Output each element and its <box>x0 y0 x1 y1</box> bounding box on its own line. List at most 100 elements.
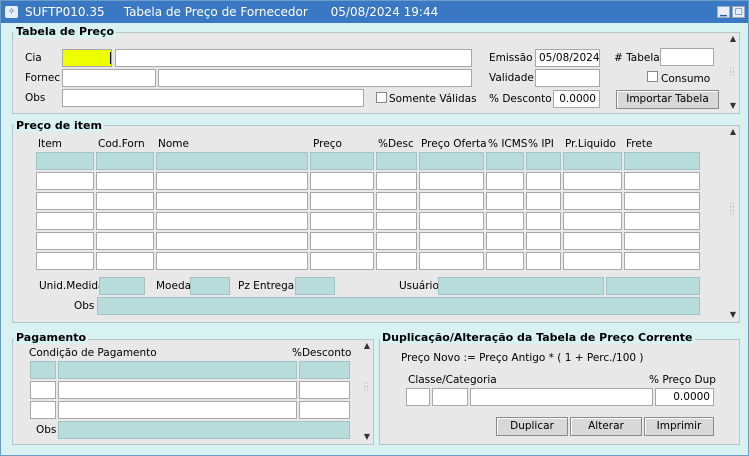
cell-frete[interactable] <box>624 152 700 170</box>
cell-item[interactable] <box>36 252 94 270</box>
cell-desconto[interactable] <box>299 381 350 399</box>
cell-item[interactable] <box>36 152 94 170</box>
cell-desc[interactable] <box>376 252 417 270</box>
cell-cod-forn[interactable] <box>96 172 154 190</box>
cell-cod-forn[interactable] <box>96 232 154 250</box>
pagamento-obs-field[interactable] <box>58 421 350 439</box>
cell-icms[interactable] <box>486 232 524 250</box>
cell-nome[interactable] <box>156 172 308 190</box>
cell-ipi[interactable] <box>526 152 561 170</box>
cell-preco-oferta[interactable] <box>419 252 484 270</box>
item-scrollbar[interactable]: ▲ ∷ ∷ ∷ ▼ <box>727 127 739 321</box>
cell-ipi[interactable] <box>526 252 561 270</box>
cell-desconto[interactable] <box>299 361 350 379</box>
cell-preco[interactable] <box>310 212 374 230</box>
cell-desc[interactable] <box>376 212 417 230</box>
usuario-field[interactable] <box>438 277 604 295</box>
scroll-down-icon[interactable]: ▼ <box>728 102 738 110</box>
cell-nome[interactable] <box>156 212 308 230</box>
cell-item[interactable] <box>36 172 94 190</box>
scroll-grip-icon[interactable]: ∷ ∷ <box>730 67 734 78</box>
cell-nome[interactable] <box>156 152 308 170</box>
cell-desc[interactable] <box>376 152 417 170</box>
minimize-button[interactable]: ▁ <box>717 6 730 18</box>
cell-condicao-desc[interactable] <box>58 381 297 399</box>
cell-desconto[interactable] <box>299 401 350 419</box>
cell-icms[interactable] <box>486 192 524 210</box>
cell-pr-liquido[interactable] <box>563 192 622 210</box>
cell-item[interactable] <box>36 192 94 210</box>
cell-condicao-desc[interactable] <box>58 401 297 419</box>
tabela-scrollbar[interactable]: ▲ ∷ ∷ ▼ <box>727 34 739 112</box>
scroll-down-icon[interactable]: ▼ <box>362 433 372 441</box>
imprimir-button[interactable]: Imprimir <box>644 417 714 436</box>
cell-preco-oferta[interactable] <box>419 192 484 210</box>
cell-cod-forn[interactable] <box>96 152 154 170</box>
emissao-field[interactable]: 05/08/2024 <box>535 49 600 67</box>
obs-field[interactable] <box>62 89 364 107</box>
cell-desc[interactable] <box>376 172 417 190</box>
cia-name-field[interactable] <box>115 49 472 67</box>
cia-field[interactable] <box>62 49 112 67</box>
scroll-down-icon[interactable]: ▼ <box>728 311 738 319</box>
cell-preco-oferta[interactable] <box>419 212 484 230</box>
cell-nome[interactable] <box>156 192 308 210</box>
preco-dup-field[interactable]: 0.0000 <box>655 388 714 406</box>
cell-item[interactable] <box>36 232 94 250</box>
maximize-button[interactable]: ▢ <box>732 6 745 18</box>
scroll-up-icon[interactable]: ▲ <box>728 128 738 136</box>
cell-ipi[interactable] <box>526 172 561 190</box>
cell-pr-liquido[interactable] <box>563 212 622 230</box>
alterar-button[interactable]: Alterar <box>570 417 642 436</box>
fornec-code-field[interactable] <box>62 69 156 87</box>
cell-preco[interactable] <box>310 152 374 170</box>
cell-preco-oferta[interactable] <box>419 172 484 190</box>
somente-validas-checkbox[interactable] <box>376 92 387 103</box>
cell-frete[interactable] <box>624 232 700 250</box>
scroll-grip-icon[interactable]: ∷ ∷ ∷ <box>730 202 734 217</box>
validade-field[interactable] <box>535 69 600 87</box>
cell-preco[interactable] <box>310 232 374 250</box>
cell-preco[interactable] <box>310 172 374 190</box>
cell-desc[interactable] <box>376 192 417 210</box>
cell-condicao-desc[interactable] <box>58 361 297 379</box>
item-obs-field[interactable] <box>97 297 700 315</box>
cell-condicao-code[interactable] <box>30 381 56 399</box>
desconto-field[interactable]: 0.0000 <box>553 90 600 108</box>
num-tabela-field[interactable] <box>660 48 714 66</box>
cell-cod-forn[interactable] <box>96 212 154 230</box>
cell-condicao-code[interactable] <box>30 401 56 419</box>
importar-tabela-button[interactable]: Importar Tabela <box>616 90 719 109</box>
cell-icms[interactable] <box>486 172 524 190</box>
duplicar-button[interactable]: Duplicar <box>496 417 568 436</box>
cell-preco-oferta[interactable] <box>419 232 484 250</box>
moeda-field[interactable] <box>190 277 230 295</box>
cell-frete[interactable] <box>624 192 700 210</box>
cell-cod-forn[interactable] <box>96 252 154 270</box>
cell-ipi[interactable] <box>526 212 561 230</box>
unid-medida-field[interactable] <box>99 277 145 295</box>
cell-ipi[interactable] <box>526 232 561 250</box>
scroll-up-icon[interactable]: ▲ <box>362 342 372 350</box>
cell-nome[interactable] <box>156 252 308 270</box>
cell-icms[interactable] <box>486 212 524 230</box>
cell-frete[interactable] <box>624 172 700 190</box>
cell-cod-forn[interactable] <box>96 192 154 210</box>
cell-pr-liquido[interactable] <box>563 152 622 170</box>
categoria-field[interactable] <box>432 388 468 406</box>
cell-pr-liquido[interactable] <box>563 232 622 250</box>
cell-icms[interactable] <box>486 252 524 270</box>
cell-nome[interactable] <box>156 232 308 250</box>
scroll-up-icon[interactable]: ▲ <box>728 35 738 43</box>
cell-desc[interactable] <box>376 232 417 250</box>
cell-preco[interactable] <box>310 252 374 270</box>
cell-preco-oferta[interactable] <box>419 152 484 170</box>
cell-condicao-code[interactable] <box>30 361 56 379</box>
classe-field[interactable] <box>406 388 430 406</box>
cell-frete[interactable] <box>624 252 700 270</box>
cell-pr-liquido[interactable] <box>563 172 622 190</box>
consumo-checkbox[interactable] <box>647 71 658 82</box>
cell-icms[interactable] <box>486 152 524 170</box>
scroll-grip-icon[interactable]: ∷ ∷ <box>364 382 368 393</box>
cell-ipi[interactable] <box>526 192 561 210</box>
